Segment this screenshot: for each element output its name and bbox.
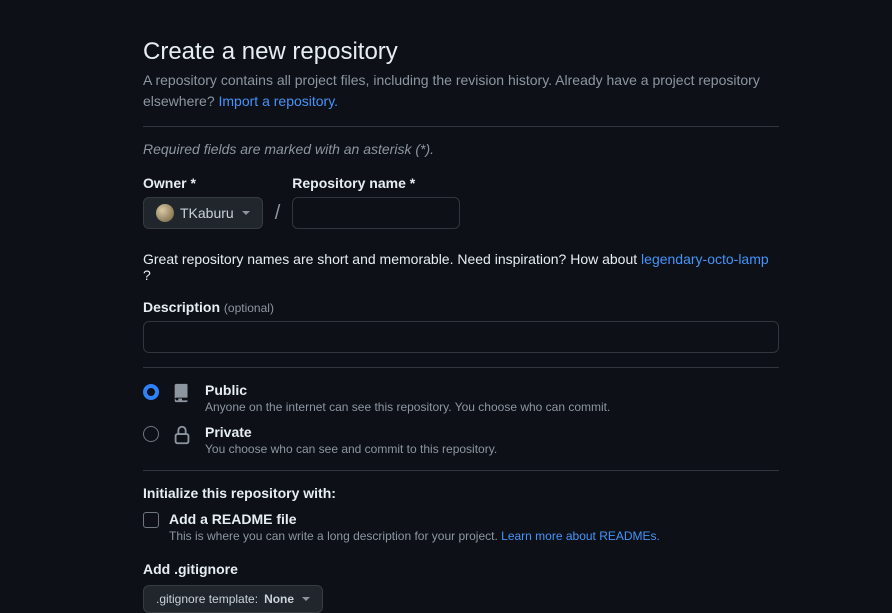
description-input[interactable] (143, 321, 779, 353)
lock-icon (171, 424, 193, 446)
init-heading: Initialize this repository with: (143, 485, 779, 501)
divider (143, 126, 779, 127)
description-label: Description (optional) (143, 299, 779, 315)
required-fields-note: Required fields are marked with an aster… (143, 141, 779, 157)
create-repo-form: Create a new repository A repository con… (143, 0, 779, 613)
gitignore-template-button[interactable]: .gitignore template:None (143, 585, 323, 613)
gitignore-label: Add .gitignore (143, 561, 779, 577)
repo-name-label: Repository name * (292, 175, 460, 191)
visibility-private-text: Private You choose who can see and commi… (205, 424, 497, 456)
owner-name: TKaburu (180, 205, 234, 221)
divider (143, 367, 779, 368)
repo-icon (171, 382, 193, 404)
owner-select-button[interactable]: TKaburu (143, 197, 263, 229)
repo-name-input[interactable] (292, 197, 460, 229)
page-subtitle: A repository contains all project files,… (143, 70, 779, 112)
chevron-down-icon (302, 597, 310, 601)
chevron-down-icon (242, 211, 250, 215)
avatar (156, 204, 174, 222)
learn-readmes-link[interactable]: Learn more about READMEs. (501, 529, 660, 543)
divider (143, 470, 779, 471)
page-title: Create a new repository (143, 38, 779, 66)
add-readme-checkbox[interactable] (143, 512, 159, 528)
slash-separator: / (273, 202, 283, 229)
owner-label: Owner * (143, 175, 263, 191)
suggestion-link[interactable]: legendary-octo-lamp (641, 251, 769, 267)
import-repo-link[interactable]: Import a repository. (219, 93, 339, 109)
repo-name-hint: Great repository names are short and mem… (143, 251, 779, 283)
visibility-private-radio[interactable] (143, 426, 159, 442)
visibility-public-radio[interactable] (143, 384, 159, 400)
add-readme-text: Add a README file This is where you can … (169, 511, 660, 543)
visibility-public-text: Public Anyone on the internet can see th… (205, 382, 610, 414)
